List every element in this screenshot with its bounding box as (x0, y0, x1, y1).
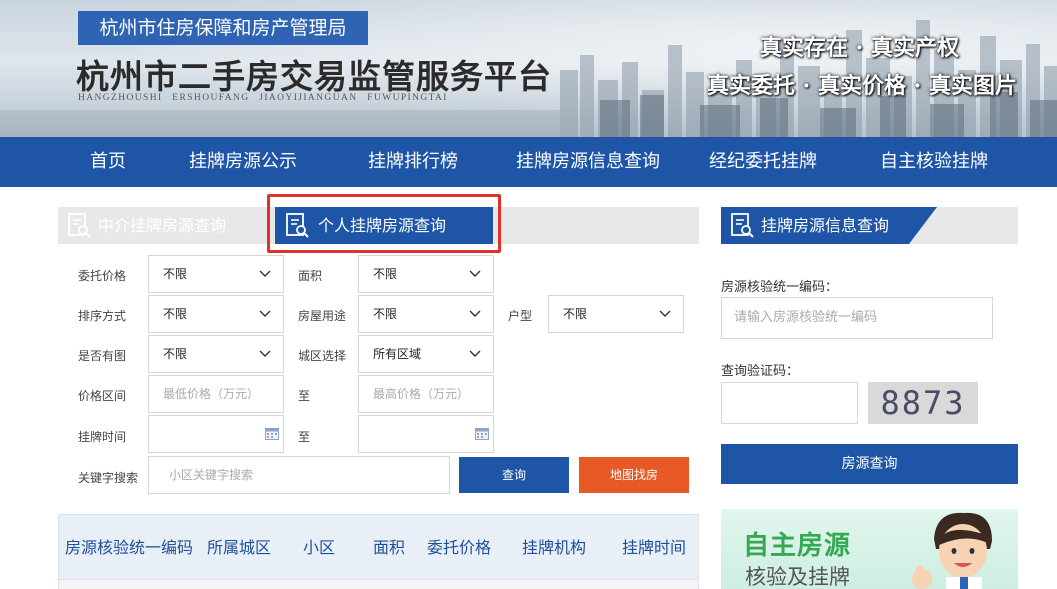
nav-item-listing-query[interactable]: 挂牌房源信息查询 (516, 137, 660, 187)
district-label: 城区选择 (298, 349, 347, 363)
start-date-input[interactable] (148, 415, 284, 453)
cartoon-person-illustration (912, 512, 992, 589)
calendar-icon[interactable] (265, 428, 279, 440)
verify-code-input[interactable]: 请输入房源核验统一编码 (721, 297, 993, 339)
verify-code-label: 房源核验统一编码： (721, 280, 839, 295)
map-search-button[interactable]: 地图找房 (579, 457, 689, 493)
highlight-annotation-box (267, 194, 501, 253)
end-date-input[interactable] (358, 415, 494, 453)
chevron-down-icon (469, 350, 481, 357)
listing-query-button[interactable]: 房源查询 (721, 444, 1018, 484)
layout-label: 户型 (508, 309, 533, 323)
promo-title: 自主房源 (743, 531, 852, 561)
area-select-value: 不限 (373, 267, 398, 281)
slogan-line-2: 真实委托 · 真实价格 · 真实图片 (707, 73, 1017, 99)
document-search-icon (731, 213, 754, 238)
captcha-label: 查询验证码： (721, 364, 800, 379)
chevron-down-icon (259, 310, 271, 317)
col-header-district: 所属城区 (207, 538, 272, 557)
keyword-label: 关键字搜索 (78, 471, 139, 485)
chevron-down-icon (469, 270, 481, 277)
usage-select[interactable]: 不限 (358, 295, 494, 333)
has-image-select[interactable]: 不限 (148, 335, 284, 373)
max-price-input[interactable]: 最高价格（万元） (358, 375, 494, 413)
col-header-price: 委托价格 (427, 538, 492, 557)
district-select-value: 所有区域 (373, 347, 422, 361)
col-header-community: 小区 (303, 538, 336, 557)
chevron-down-icon (259, 350, 271, 357)
chevron-down-icon (469, 310, 481, 317)
price-select[interactable]: 不限 (148, 255, 284, 293)
results-table-header: 房源核验统一编码 所属城区 小区 面积 委托价格 挂牌机构 挂牌时间 (58, 514, 699, 580)
col-header-listing-time: 挂牌时间 (622, 538, 687, 557)
min-price-input[interactable]: 最低价格（万元） (148, 375, 284, 413)
layout-select-value: 不限 (563, 307, 588, 321)
search-button[interactable]: 查询 (459, 457, 569, 493)
sort-select[interactable]: 不限 (148, 295, 284, 333)
sort-label: 排序方式 (78, 309, 127, 323)
side-panel-title: 挂牌房源信息查询 (761, 216, 890, 235)
nav-item-home[interactable]: 首页 (90, 137, 126, 187)
col-header-agency: 挂牌机构 (522, 538, 587, 557)
site-title: 杭州市二手房交易监管服务平台 (76, 57, 552, 96)
chevron-down-icon (259, 270, 271, 277)
col-header-verify-code: 房源核验统一编码 (65, 538, 194, 557)
header-banner: 杭州市住房保障和房产管理局 杭州市二手房交易监管服务平台 HANGZHOUSHI… (0, 0, 1057, 137)
slogan-line-1: 真实存在 · 真实产权 (760, 35, 959, 61)
listing-time-label: 挂牌时间 (78, 430, 127, 444)
has-image-label: 是否有图 (78, 349, 127, 363)
site-title-pinyin: HANGZHOUSHI ERSHOUFANG JIAOYIJIANGUAN FU… (78, 93, 448, 103)
nav-item-listing-notice[interactable]: 挂牌房源公示 (189, 137, 297, 187)
nav-item-self-verify-listing[interactable]: 自主核验挂牌 (880, 137, 988, 187)
usage-select-value: 不限 (373, 307, 398, 321)
usage-label: 房屋用途 (298, 309, 347, 323)
nav-item-agent-listing[interactable]: 经纪委托挂牌 (709, 137, 817, 187)
chevron-down-icon (659, 310, 671, 317)
price-label: 委托价格 (78, 269, 127, 283)
promo-subtitle: 核验及挂牌 (745, 565, 850, 589)
captcha-input[interactable] (721, 382, 858, 424)
table-row (58, 580, 699, 589)
calendar-icon[interactable] (475, 428, 489, 440)
area-select[interactable]: 不限 (358, 255, 494, 293)
range-to-label: 至 (298, 389, 311, 403)
keyword-input[interactable]: 小区关键字搜索 (148, 456, 450, 494)
layout-select[interactable]: 不限 (548, 295, 684, 333)
main-nav: 首页 挂牌房源公示 挂牌排行榜 挂牌房源信息查询 经纪委托挂牌 自主核验挂牌 (0, 137, 1057, 187)
price-select-value: 不限 (163, 267, 188, 281)
has-image-select-value: 不限 (163, 347, 188, 361)
captcha-image[interactable]: 8873 (868, 382, 978, 424)
col-header-area: 面积 (373, 538, 406, 557)
nav-item-ranking[interactable]: 挂牌排行榜 (368, 137, 458, 187)
time-to-label: 至 (298, 430, 311, 444)
tab-agent-listing-query[interactable]: 中介挂牌房源查询 (58, 207, 268, 244)
area-label: 面积 (298, 269, 323, 283)
district-select[interactable]: 所有区域 (358, 335, 494, 373)
sort-select-value: 不限 (163, 307, 188, 321)
self-verify-promo-banner[interactable]: 自主房源 核验及挂牌 (721, 509, 1018, 589)
agency-name-tag: 杭州市住房保障和房产管理局 (78, 11, 368, 45)
price-range-label: 价格区间 (78, 389, 127, 403)
